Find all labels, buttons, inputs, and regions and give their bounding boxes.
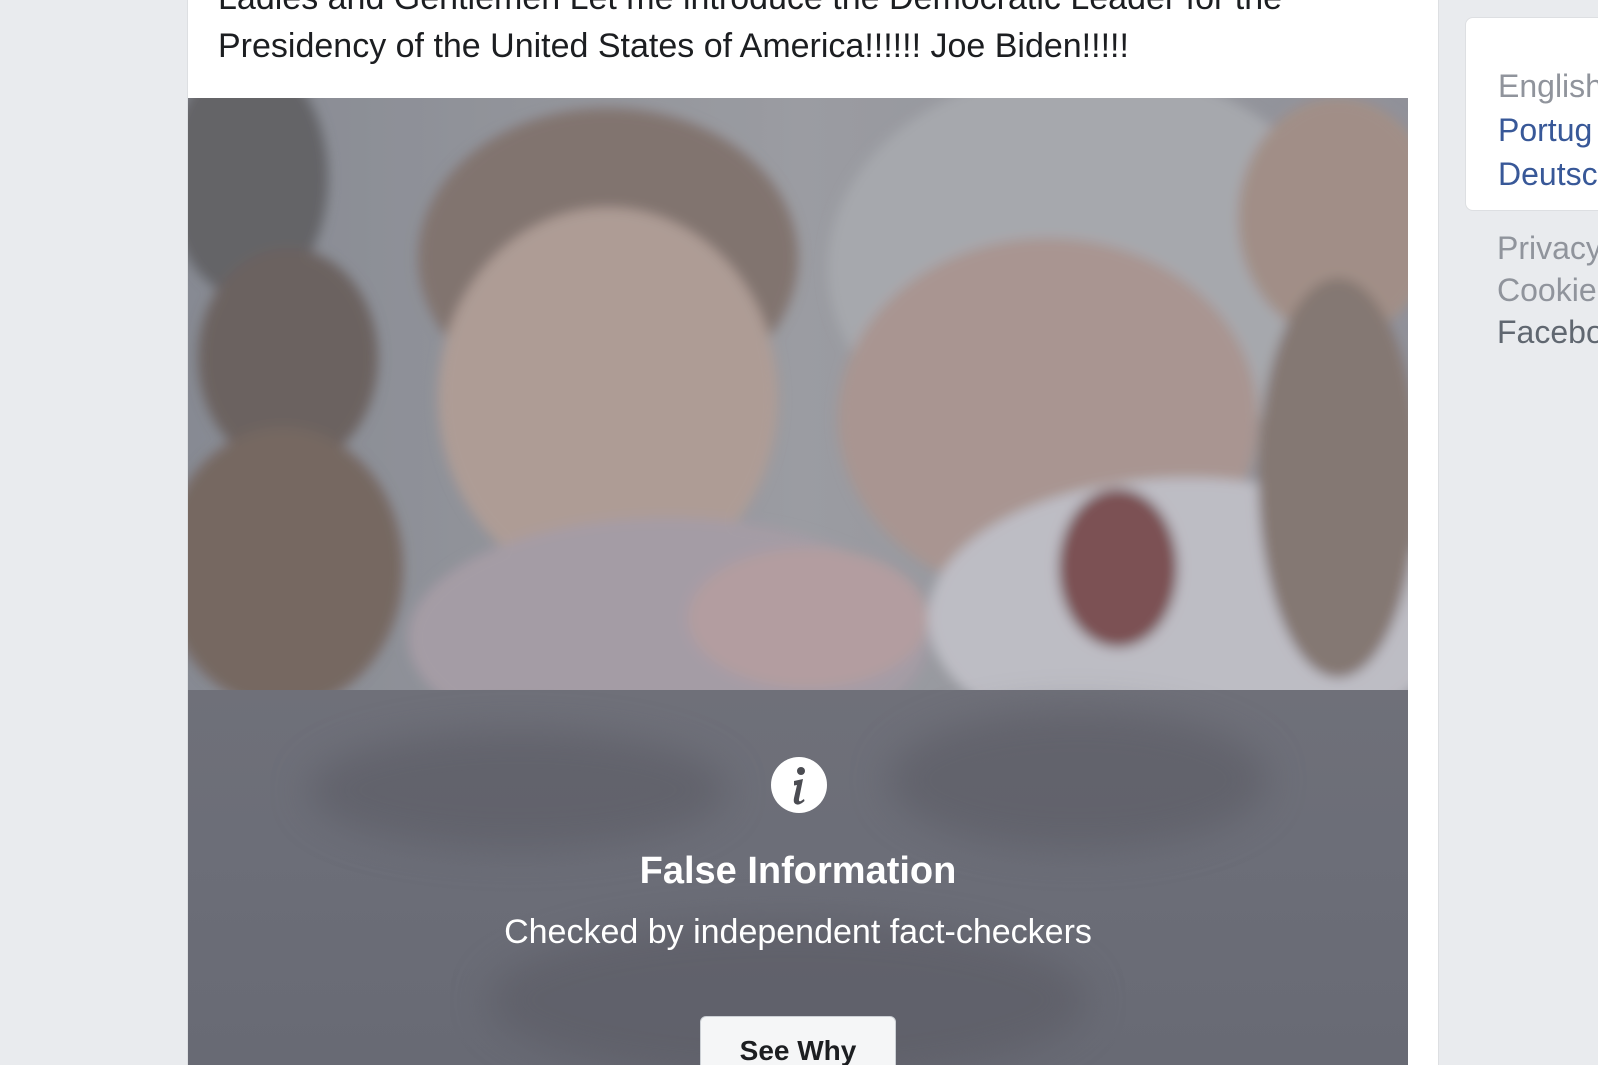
post-text-line-1: Ladies and Gentlemen Let me introduce th… (218, 0, 1418, 22)
post-text: Ladies and Gentlemen Let me introduce th… (218, 0, 1418, 70)
right-sidebar: English Portug Deutsc Privacy Cookie Fac… (1465, 0, 1598, 1065)
false-information-overlay: False Information Checked by independent… (188, 690, 1408, 1065)
language-link-portuguese[interactable]: Portug (1498, 108, 1592, 152)
language-current: English (1498, 68, 1598, 104)
footer-link-privacy[interactable]: Privacy (1497, 226, 1598, 270)
language-box: English Portug Deutsc (1465, 17, 1598, 211)
info-icon (771, 757, 827, 813)
photo-dim-overlay (188, 98, 1408, 690)
post-media[interactable]: False Information Checked by independent… (188, 98, 1408, 1065)
post-card: Ladies and Gentlemen Let me introduce th… (187, 0, 1439, 1065)
language-link-german[interactable]: Deutsc (1498, 152, 1598, 196)
post-text-line-2: Presidency of the United States of Ameri… (218, 27, 1129, 65)
footer-copyright: Facebo (1497, 314, 1598, 350)
see-why-button[interactable]: See Why (700, 1016, 896, 1065)
warning-title: False Information (639, 850, 957, 892)
footer-link-cookies[interactable]: Cookie (1497, 268, 1597, 312)
warning-subtitle: Checked by independent fact-checkers (504, 913, 1092, 951)
post-photo (188, 98, 1408, 690)
